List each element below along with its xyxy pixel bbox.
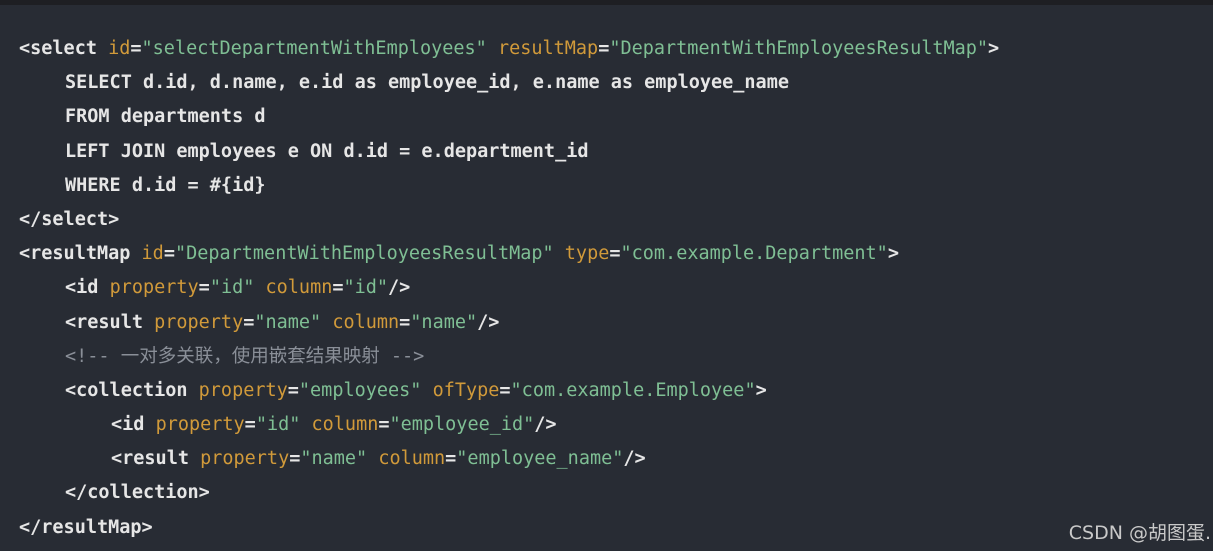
attr-value: "id" [255,414,301,436]
tag-open: <collection [65,379,199,401]
code-line-id-mapping: <id property="id" column="id"/> [19,271,1213,305]
tag-close: > [755,379,767,401]
tag-close: > [988,38,1000,59]
attr-value: "id" [343,277,389,299]
code-line-sql-select: SELECT d.id, d.name, e.id as employee_id… [65,72,789,94]
attr-value: "id" [209,277,255,299]
attr-value: "com.example.Department" [620,243,888,265]
equals: = [287,379,299,401]
code-line-collection-result: <result property="name" column="employee… [19,442,1213,476]
attr-name: property [155,414,245,436]
code-line-select-close: </select> [19,208,120,230]
equals: = [243,311,255,333]
attr-name: column [378,448,446,470]
equals: = [399,311,411,333]
tag-close: /> [477,311,500,333]
equals: = [244,414,256,436]
code-line-result-mapping: <result property="name" column="name"/> [19,306,1213,340]
tag-open: <id [111,414,156,436]
tag-open: <select [19,38,109,59]
code-block: <select id="selectDepartmentWithEmployee… [0,0,1213,551]
attr-name: property [109,277,199,299]
code-line-sql-from: FROM departments d [65,106,266,128]
attr-name: column [265,277,333,299]
attr-value: "DepartmentWithEmployeesResultMap" [609,38,989,59]
attr-value: "selectDepartmentWithEmployees" [141,38,487,59]
attr-value: "name" [300,448,368,470]
tag-close: > [887,243,899,265]
attr-name: id [108,38,131,59]
code-comment: <!-- 一对多关联，使用嵌套结果映射 --> [65,345,425,367]
equals: = [378,414,390,436]
tag-close: /> [534,414,557,436]
equals: = [499,379,511,401]
attr-name: ofType [432,379,500,401]
attr-name: type [564,243,610,265]
code-line-collection-close: </collection> [65,482,210,504]
equals: = [163,243,175,265]
equals: = [130,38,142,59]
attr-name: column [311,414,379,436]
code-line-sql-join: LEFT JOIN employees e ON d.id = e.depart… [65,140,589,162]
attr-value: "DepartmentWithEmployeesResultMap" [174,243,554,265]
tag-open: <result [111,448,201,470]
attr-value: "employee_name" [456,448,624,470]
tag-close: /> [623,448,646,470]
equals: = [198,277,210,299]
attr-value: "employee_id" [389,414,535,436]
equals: = [332,277,344,299]
code-line-select-open: <select id="selectDepartmentWithEmployee… [19,32,1213,66]
code-line-resultmap-open: <resultMap id="DepartmentWithEmployeesRe… [19,237,1213,271]
attr-name: id [141,243,164,265]
attr-name: property [198,379,288,401]
code-line-sql-where: WHERE d.id = #{id} [65,174,266,196]
attr-value: "employees" [298,379,422,401]
attr-value: "name" [410,311,478,333]
attr-name: column [332,311,400,333]
equals: = [289,448,301,470]
code-line-resultmap-close: </resultMap> [19,516,153,538]
equals: = [598,38,610,59]
code-line-collection-id: <id property="id" column="employee_id"/> [19,408,1213,442]
tag-open: <result [65,311,155,333]
csdn-watermark: CSDN @胡图蛋. [1068,522,1211,544]
tag-open: <id [65,277,110,299]
attr-name: resultMap [497,38,599,59]
tag-close: /> [388,277,411,299]
tag-open: <resultMap [19,243,142,265]
attr-value: "name" [254,311,322,333]
attr-name: property [154,311,244,333]
attr-name: property [200,448,290,470]
equals: = [445,448,457,470]
code-line-collection-open: <collection property="employees" ofType=… [19,374,1213,408]
attr-value: "com.example.Employee" [510,379,756,401]
equals: = [609,243,621,265]
